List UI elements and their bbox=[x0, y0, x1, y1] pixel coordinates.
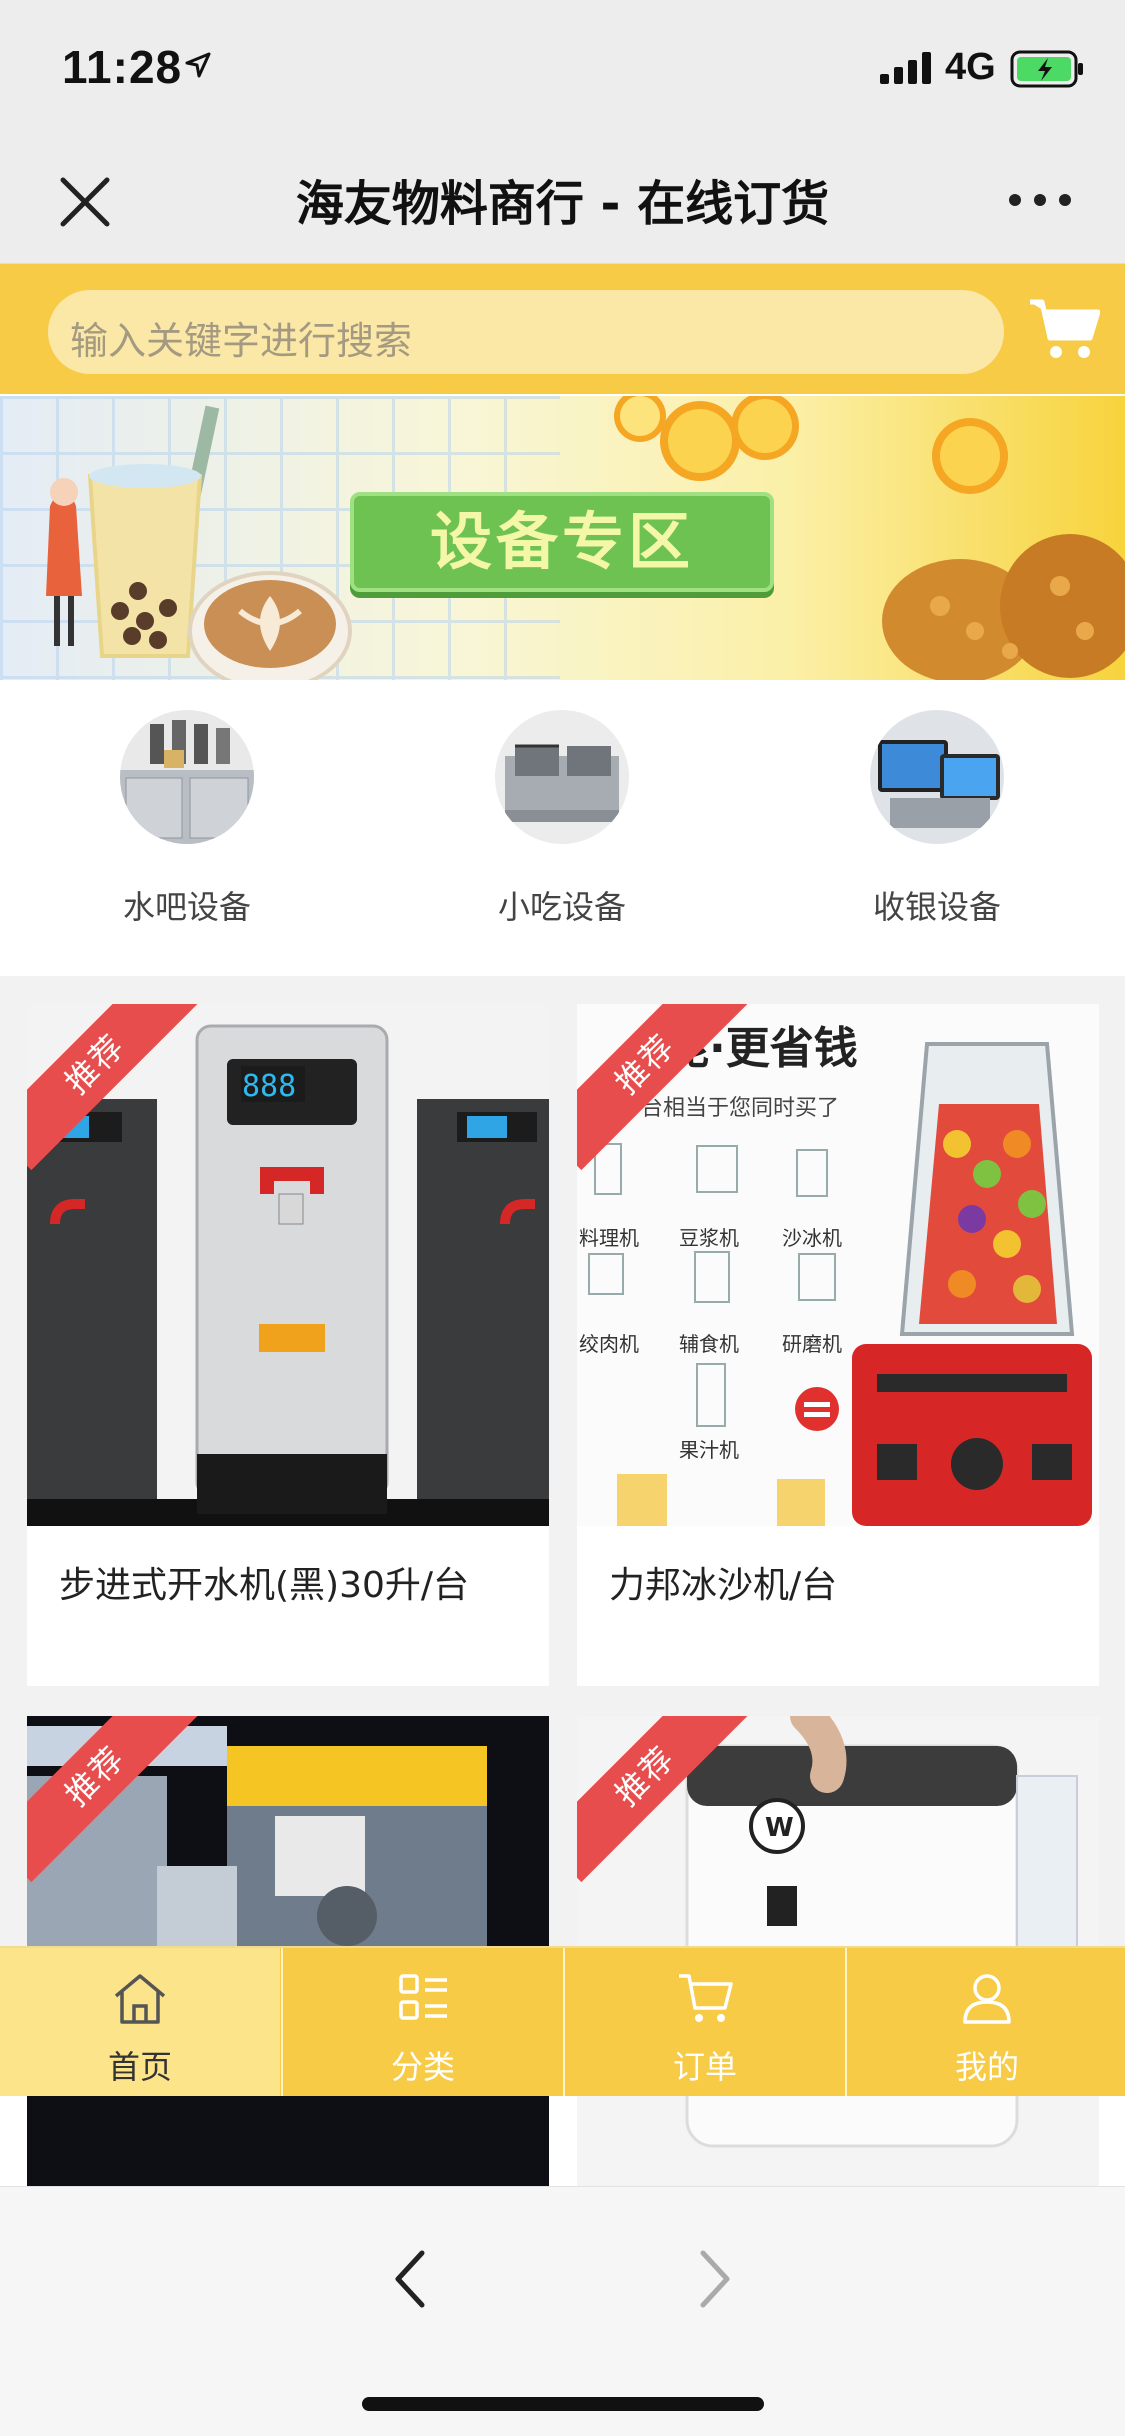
product-name: 步进式开水机(黑)30升/台 bbox=[59, 1565, 470, 1606]
cart-icon bbox=[679, 1974, 733, 2022]
feature-label: 果汁机 bbox=[679, 1438, 739, 1462]
search-placeholder: 输入关键字进行搜索 bbox=[70, 319, 413, 363]
category-icon bbox=[399, 1974, 447, 2020]
banner-label: 设备专区 bbox=[350, 492, 774, 592]
product-card[interactable]: 能·更省钱 一台相当于您同时买了 料理机 豆浆机 沙冰机 绞肉机 辅食机 研磨机… bbox=[577, 1004, 1099, 1686]
tab-bar: 首页 分类 订单 我的 bbox=[0, 1946, 1125, 2096]
status-time: 11:28 bbox=[62, 41, 183, 93]
tab-category[interactable]: 分类 bbox=[283, 1948, 563, 2096]
svg-text:W: W bbox=[765, 1813, 794, 1843]
signal-icon bbox=[880, 52, 931, 84]
back-arrow-icon[interactable] bbox=[390, 2247, 430, 2311]
home-icon bbox=[114, 1974, 166, 2024]
home-indicator bbox=[362, 2397, 764, 2411]
more-icon[interactable] bbox=[1005, 190, 1075, 210]
category-label: 小吃设备 bbox=[497, 888, 626, 926]
tab-home[interactable]: 首页 bbox=[0, 1948, 280, 2096]
feature-label: 研磨机 bbox=[782, 1332, 842, 1356]
category-water-bar[interactable]: 水吧设备 bbox=[62, 710, 312, 928]
category-label: 水吧设备 bbox=[122, 888, 251, 926]
tab-label: 分类 bbox=[390, 2048, 455, 2086]
feature-label: 沙冰机 bbox=[782, 1226, 842, 1250]
banner-label-text: 设备专区 bbox=[429, 505, 694, 578]
promo-banner[interactable]: 设备专区 bbox=[0, 396, 1125, 680]
product-card[interactable]: 888 推荐 步进式开水机(黑)30升/台 bbox=[27, 1004, 549, 1686]
tab-label: 订单 bbox=[672, 2048, 737, 2086]
nav-bar: 海友物料商行 - 在线订货 bbox=[0, 132, 1125, 264]
fried-chicken-illustration bbox=[882, 418, 1125, 680]
cart-icon[interactable] bbox=[1028, 296, 1100, 364]
feature-label: 绞肉机 bbox=[579, 1332, 639, 1356]
category-label: 收银设备 bbox=[872, 888, 1001, 926]
feature-label: 料理机 bbox=[579, 1226, 639, 1250]
cashier-equipment-image bbox=[870, 710, 1004, 844]
tab-orders[interactable]: 订单 bbox=[565, 1948, 845, 2096]
temperature-display: 888 bbox=[242, 1069, 296, 1104]
search-bar: 输入关键字进行搜索 bbox=[0, 264, 1125, 394]
product-image: 能·更省钱 一台相当于您同时买了 料理机 豆浆机 沙冰机 绞肉机 辅食机 研磨机… bbox=[577, 1004, 1099, 1526]
product-image: 888 推荐 bbox=[27, 1004, 549, 1526]
category-cashier[interactable]: 收银设备 bbox=[812, 710, 1062, 928]
category-row: 水吧设备 小吃设备 收银设备 bbox=[0, 680, 1125, 976]
water-bar-equipment-image bbox=[120, 710, 254, 844]
location-arrow-icon bbox=[185, 52, 211, 78]
battery-icon bbox=[1010, 50, 1083, 88]
status-bar: 11:28 4G bbox=[0, 0, 1125, 132]
browser-toolbar bbox=[0, 2186, 1125, 2436]
forward-arrow-icon[interactable] bbox=[695, 2247, 735, 2311]
search-input[interactable]: 输入关键字进行搜索 bbox=[48, 290, 1004, 374]
tab-profile[interactable]: 我的 bbox=[847, 1948, 1125, 2096]
snack-equipment-image bbox=[495, 710, 629, 844]
network-label: 4G bbox=[945, 46, 996, 88]
feature-label: 辅食机 bbox=[679, 1332, 739, 1356]
tab-label: 我的 bbox=[954, 2048, 1019, 2086]
category-snack[interactable]: 小吃设备 bbox=[437, 710, 687, 928]
product-name: 力邦冰沙机/台 bbox=[609, 1565, 838, 1606]
feature-label: 豆浆机 bbox=[679, 1226, 739, 1250]
page-title: 海友物料商行 - 在线订货 bbox=[295, 176, 830, 232]
user-icon bbox=[963, 1974, 1011, 2024]
tab-label: 首页 bbox=[107, 2048, 172, 2086]
orange-slices-illustration bbox=[614, 396, 799, 481]
